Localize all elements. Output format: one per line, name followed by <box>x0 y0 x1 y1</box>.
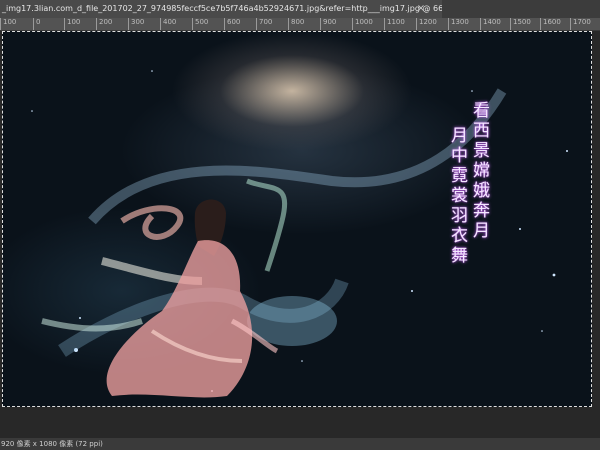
ruler-tick: 1000 <box>352 18 373 30</box>
status-bar: 920 像素 x 1080 像素 (72 ppi) <box>0 438 600 450</box>
horizontal-ruler[interactable]: 100 0 100 200 300 400 500 600 700 800 90… <box>0 18 600 31</box>
ruler-tick: 600 <box>224 18 240 30</box>
ruler-tick: 300 <box>128 18 144 30</box>
ruler-tick: 800 <box>288 18 304 30</box>
ruler-tick: 700 <box>256 18 272 30</box>
document-size-label: 920 像素 x 1080 像素 (72 ppi) <box>1 440 103 448</box>
ruler-tick: 1400 <box>480 18 501 30</box>
ruler-tick: 100 <box>0 18 16 30</box>
selection-marquee <box>2 31 592 407</box>
ruler-tick: 1200 <box>416 18 437 30</box>
document-tab-title: _img17.3lian.com_d_file_201702_27_974985… <box>2 4 442 13</box>
ruler-tick: 1100 <box>384 18 405 30</box>
ruler-tick: 1700 <box>570 18 591 30</box>
ruler-tick: 400 <box>160 18 176 30</box>
ruler-tick: 0 <box>33 18 40 30</box>
ruler-tick: 200 <box>96 18 112 30</box>
ruler-tick: 100 <box>64 18 80 30</box>
document-tab[interactable]: _img17.3lian.com_d_file_201702_27_974985… <box>0 0 442 18</box>
ruler-tick: 500 <box>192 18 208 30</box>
document-tab-bar: _img17.3lian.com_d_file_201702_27_974985… <box>0 0 600 18</box>
ruler-tick: 1300 <box>448 18 469 30</box>
ruler-tick: 1600 <box>540 18 561 30</box>
ruler-tick: 900 <box>320 18 336 30</box>
ruler-tick: 1500 <box>510 18 531 30</box>
close-icon[interactable]: × <box>415 0 427 18</box>
